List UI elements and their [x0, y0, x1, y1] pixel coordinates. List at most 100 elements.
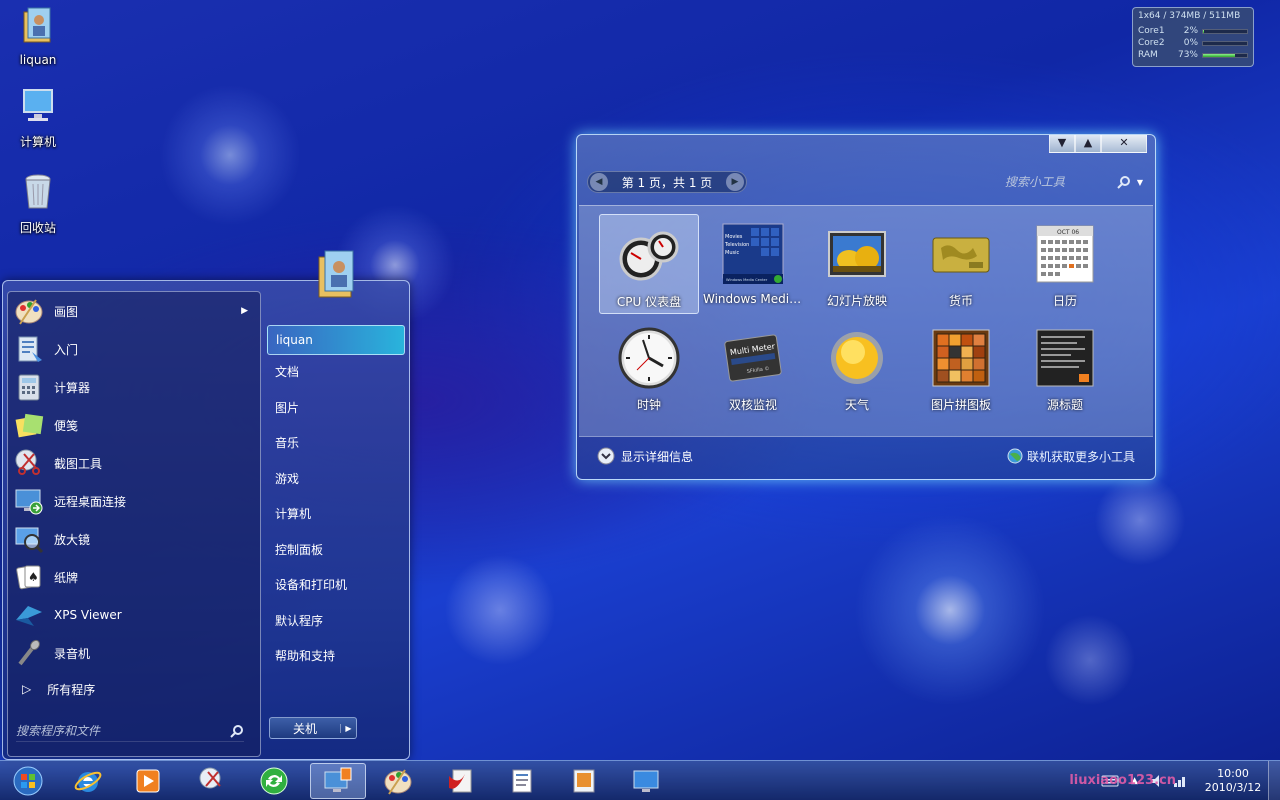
svg-text:♠: ♠: [28, 570, 39, 584]
gadget-multi-meter[interactable]: Multi Meter SFkilla © 双核监视: [703, 318, 803, 418]
gadget-label: 图片拼图板: [930, 398, 991, 412]
all-programs-button[interactable]: ▷ 所有程序: [8, 672, 260, 706]
program-item-sound-recorder[interactable]: 录音机: [8, 634, 260, 672]
show-details-button[interactable]: 显示详细信息: [597, 447, 693, 465]
start-search-box: [16, 720, 244, 742]
gadget-weather[interactable]: 天气: [807, 318, 907, 418]
start-menu-programs: 画图 ▶ 入门 计算器 便笺 截图工具 远程桌面连接 放大镜 ♠ 纸牌 XPS …: [7, 291, 261, 757]
clock-date: 2010/3/12: [1204, 781, 1262, 794]
document-icon: [512, 769, 532, 793]
gadget-slideshow[interactable]: 幻灯片放映: [807, 214, 907, 314]
gadget-calendar[interactable]: OCT 06 日历: [1015, 214, 1115, 314]
program-item-solitaire[interactable]: ♠ 纸牌: [8, 558, 260, 596]
link-music[interactable]: 音乐: [267, 426, 405, 462]
meter-row: RAM 73%: [1138, 49, 1248, 61]
pager-text: 第 1 页，共 1 页: [621, 175, 713, 190]
link-control-panel[interactable]: 控制面板: [267, 533, 405, 569]
taskbar-media-player[interactable]: [122, 763, 174, 799]
desktop-icon-recycle-bin[interactable]: 回收站: [6, 172, 70, 236]
weather-sun-icon: [831, 332, 883, 384]
get-more-gadgets-link[interactable]: 联机获取更多小工具: [1007, 448, 1135, 465]
taskbar-document[interactable]: [496, 763, 548, 799]
program-item-getting-started[interactable]: 入门: [8, 330, 260, 368]
xps-viewer-icon: [16, 606, 42, 626]
gadget-currency[interactable]: 货币: [911, 214, 1011, 314]
gallery-footer: 显示详细信息 联机获取更多小工具: [597, 445, 1135, 467]
start-menu: 画图 ▶ 入门 计算器 便笺 截图工具 远程桌面连接 放大镜 ♠ 纸牌 XPS …: [2, 250, 410, 760]
system-meter-gadget[interactable]: 1x64 / 374MB / 511MB Core1 2% Core2 0% R…: [1132, 7, 1254, 67]
submenu-arrow-icon: ▶: [241, 306, 248, 316]
shutdown-label: 关机: [292, 721, 317, 736]
gadget-picture-puzzle[interactable]: 图片拼图板: [911, 318, 1011, 418]
desktop-icon-computer[interactable]: 计算机: [6, 86, 70, 150]
program-item-sticky-notes[interactable]: 便笺: [8, 406, 260, 444]
taskbar-image-viewer[interactable]: [558, 763, 610, 799]
desktop-icon-label: 回收站: [19, 221, 56, 235]
user-folder-icon: [23, 7, 51, 43]
clock-time: 10:00: [1217, 767, 1249, 780]
gadget-windows-media-center[interactable]: Movies Television Music Windows Media Ce…: [703, 214, 803, 314]
taskbar-paint[interactable]: [372, 763, 424, 799]
sticky-notes-icon: [15, 413, 44, 438]
taskbar-pdf[interactable]: [434, 763, 486, 799]
search-icon[interactable]: [1117, 175, 1131, 189]
search-icon[interactable]: [230, 724, 244, 738]
meter-value: 2%: [1183, 26, 1198, 36]
desktop-icon-user[interactable]: liquan: [6, 6, 70, 67]
expand-button[interactable]: ▲: [1075, 135, 1101, 153]
gadget-cpu-meter[interactable]: CPU 仪表盘: [599, 214, 699, 314]
chevron-down-icon: [597, 447, 615, 465]
link-help-support[interactable]: 帮助和支持: [267, 639, 405, 675]
globe-icon: [1007, 448, 1023, 464]
program-label: 画图: [54, 304, 79, 319]
taskbar-snipping-tool[interactable]: [186, 763, 238, 799]
program-label: 录音机: [54, 646, 91, 661]
program-label: 便笺: [54, 418, 79, 433]
cpu-meter-icon: [619, 231, 679, 281]
start-button[interactable]: [2, 763, 54, 799]
program-item-remote-desktop[interactable]: 远程桌面连接: [8, 482, 260, 520]
watermark: liuxiaoo123.cn: [1069, 773, 1176, 788]
program-item-snipping-tool[interactable]: 截图工具: [8, 444, 260, 482]
solitaire-icon: ♠: [16, 565, 41, 590]
program-item-paint[interactable]: 画图 ▶: [8, 292, 260, 330]
link-games[interactable]: 游戏: [267, 462, 405, 498]
program-item-magnifier[interactable]: 放大镜: [8, 520, 260, 558]
multi-meter-icon: Multi Meter SFkilla ©: [724, 334, 782, 382]
program-item-xps-viewer[interactable]: XPS Viewer: [8, 596, 260, 634]
media-center-line: Music: [725, 250, 739, 256]
taskbar-monitor[interactable]: [620, 763, 672, 799]
gadget-clock[interactable]: 时钟: [599, 318, 699, 418]
gadget-label: 天气: [844, 398, 869, 412]
link-default-programs[interactable]: 默认程序: [267, 604, 405, 640]
search-dropdown-icon[interactable]: ▼: [1137, 178, 1143, 187]
monitor-icon: [633, 770, 659, 792]
computer-icon: [23, 89, 53, 121]
meter-bar: [1202, 40, 1248, 46]
show-desktop-button[interactable]: [1268, 761, 1280, 800]
link-devices-printers[interactable]: 设备和打印机: [267, 568, 405, 604]
taskbar-sync-center[interactable]: [248, 763, 300, 799]
clock[interactable]: 10:00 2010/3/12: [1198, 767, 1268, 795]
gadget-search-input[interactable]: [953, 175, 1117, 189]
desktop-icon-label: 计算机: [19, 135, 56, 149]
prev-page-button[interactable]: ◀: [590, 173, 608, 191]
close-button[interactable]: ✕: [1101, 135, 1147, 153]
link-documents[interactable]: 文档: [267, 355, 405, 391]
taskbar-desktop-gadgets[interactable]: [310, 763, 366, 799]
next-page-button[interactable]: ▶: [726, 173, 744, 191]
gadget-feed-headlines[interactable]: 源标题: [1015, 318, 1115, 418]
user-picture-icon[interactable]: [315, 249, 359, 301]
link-computer[interactable]: 计算机: [267, 497, 405, 533]
gadget-gallery-window: ▼ ▲ ✕ ◀ 第 1 页，共 1 页 ▶ ▼: [576, 134, 1156, 480]
taskbar-internet-explorer[interactable]: [62, 763, 114, 799]
currency-icon: [932, 237, 990, 273]
program-item-calculator[interactable]: 计算器: [8, 368, 260, 406]
shutdown-button[interactable]: 关机 ▶: [269, 717, 357, 739]
user-folder-link[interactable]: liquan: [267, 325, 405, 355]
shutdown-options-icon[interactable]: ▶: [340, 723, 356, 733]
link-pictures[interactable]: 图片: [267, 391, 405, 427]
start-search-input[interactable]: [16, 723, 230, 738]
meter-value: 0%: [1183, 38, 1198, 48]
collapse-button[interactable]: ▼: [1049, 135, 1075, 153]
